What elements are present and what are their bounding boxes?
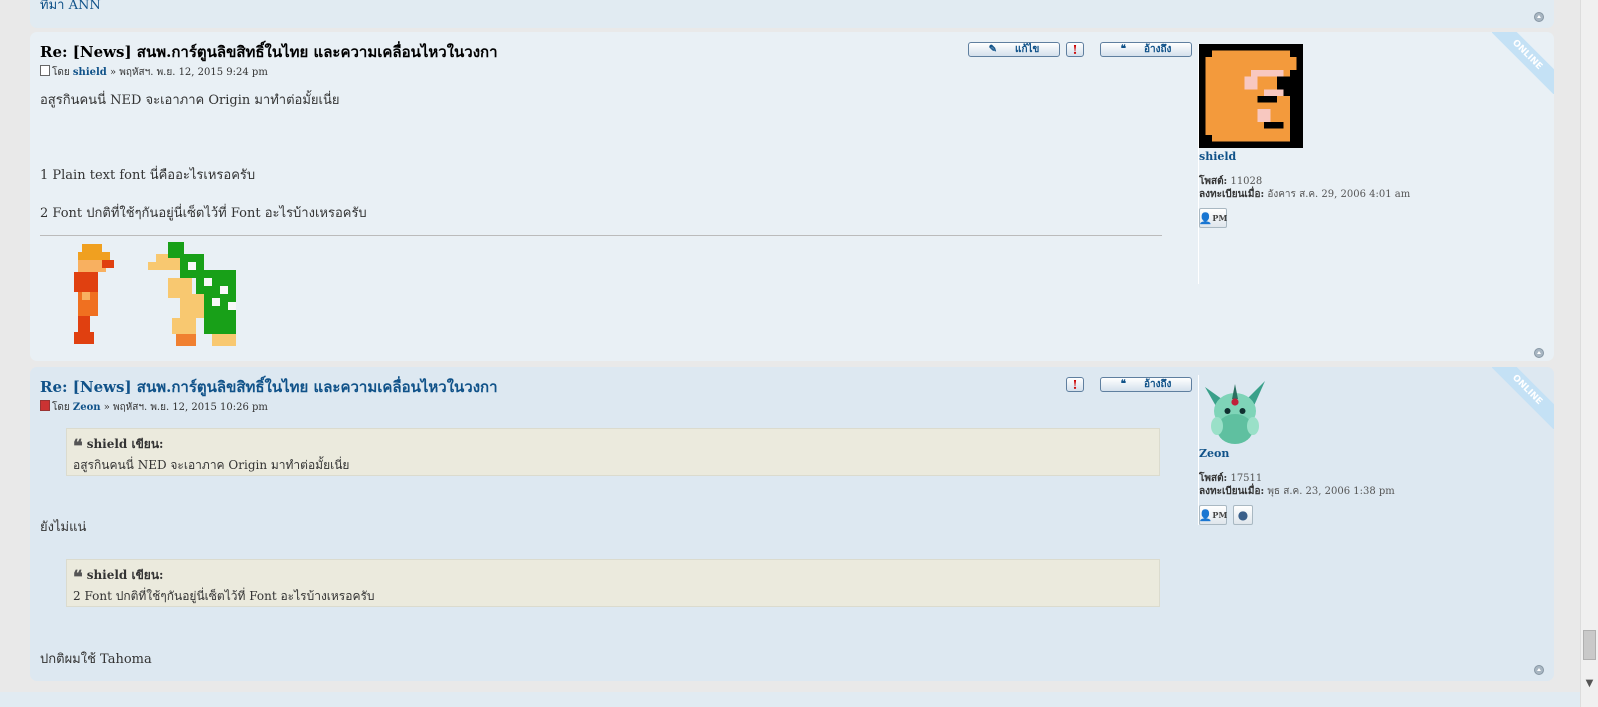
profile-username[interactable]: Zeon	[1199, 447, 1229, 460]
bowser-sprite-image	[148, 242, 236, 346]
post-line: 1 Plain text font นี่คืออะไรเหรอครับ	[40, 168, 256, 183]
profile-joined: ลงทะเบียนเมื่อ: อังคาร ส.ค. 29, 2006 4:0…	[1199, 189, 1411, 200]
profile-username[interactable]: shield	[1199, 150, 1236, 163]
profile-zeon: Zeon โพสต์: 17511 ลงทะเบียนเมื่อ: พุธ ส.…	[1198, 375, 1500, 525]
post-icon	[40, 400, 50, 411]
quote-mark-icon: ❝	[73, 567, 83, 588]
quote-button[interactable]: ❝ อ้างถึง	[1100, 377, 1192, 392]
avatar-image[interactable]	[1199, 375, 1271, 447]
author-link[interactable]: Zeon	[73, 402, 101, 413]
previous-post-tail: ทีมา ANN	[30, 0, 1554, 28]
avatar-image[interactable]	[1199, 44, 1303, 148]
user-icon: 👤	[1198, 211, 1213, 225]
author-prefix: โดย	[52, 67, 70, 78]
quote-block: ❝ shield เขียน: อสูรกินคนนี่ NED จะเอาภาค…	[66, 428, 1160, 476]
post-shield: Re: [News] สนพ.การ์ตูนลิขสิทธิ์ในไทย และ…	[30, 32, 1554, 361]
bottom-toolbar-strip	[0, 692, 1580, 707]
scrollbar-thumb[interactable]	[1583, 630, 1596, 660]
post-line: 2 Font ปกติที่ใช้ๆกันอยู่นี่เซ็ตไว้ที่ F…	[40, 206, 367, 221]
post-line: ยังไม่แน่	[40, 520, 87, 535]
scroll-down-arrow-icon[interactable]: ▼	[1581, 675, 1598, 692]
globe-icon: ●	[1237, 508, 1249, 522]
quote-block: ❝ shield เขียน: 2 Font ปกติที่ใช้ๆกันอยู่…	[66, 559, 1160, 607]
edit-button[interactable]: ✎ แก้ไข	[968, 42, 1060, 57]
profile-contact: 👤 PM	[1199, 208, 1227, 228]
online-badge: ONLINE	[1492, 367, 1554, 429]
quote-text: อสูรกินคนนี่ NED จะเอาภาค Origin มาทำต่อ…	[73, 458, 350, 472]
mario-sprite-image	[74, 244, 114, 344]
pm-button[interactable]: 👤 PM	[1199, 208, 1227, 228]
post-title[interactable]: Re: [News] สนพ.การ์ตูนลิขสิทธิ์ในไทย และ…	[40, 375, 498, 399]
post-buttons: ✎ แก้ไข ! ❝ อ้างถึง	[968, 42, 1192, 57]
back-to-top-icon[interactable]	[1534, 348, 1544, 358]
quote-icon: ❝	[1120, 379, 1126, 390]
quote-mark-icon: ❝	[73, 436, 83, 457]
back-to-top-icon[interactable]	[1534, 665, 1544, 675]
previous-post-text: ทีมา ANN	[40, 0, 101, 13]
post-date: » พฤหัสฯ. พ.ย. 12, 2015 9:24 pm	[109, 67, 268, 78]
post-author-line: โดย shield » พฤหัสฯ. พ.ย. 12, 2015 9:24 …	[40, 65, 268, 80]
post-title[interactable]: Re: [News] สนพ.การ์ตูนลิขสิทธิ์ในไทย และ…	[40, 40, 498, 64]
signature-divider	[40, 235, 1162, 236]
post-zeon: Re: [News] สนพ.การ์ตูนลิขสิทธิ์ในไทย และ…	[30, 367, 1554, 681]
website-button[interactable]: ●	[1233, 505, 1253, 525]
quote-cite: ❝ shield เขียน:	[73, 567, 164, 588]
pm-button[interactable]: 👤 PM	[1199, 505, 1227, 525]
online-badge: ONLINE	[1492, 32, 1554, 94]
post-line: อสูรกินคนนี่ NED จะเอาภาค Origin มาทำต่อ…	[40, 93, 340, 108]
profile-joined: ลงทะเบียนเมื่อ: พุธ ส.ค. 23, 2006 1:38 p…	[1199, 486, 1395, 497]
post-author-line: โดย Zeon » พฤหัสฯ. พ.ย. 12, 2015 10:26 p…	[40, 400, 268, 415]
author-prefix: โดย	[52, 402, 70, 413]
profile-contact: 👤 PM ●	[1199, 505, 1253, 525]
author-link[interactable]: shield	[73, 67, 107, 78]
post-buttons: ! ❝ อ้างถึง	[1066, 377, 1192, 392]
quote-icon: ❝	[1120, 44, 1126, 55]
quote-button[interactable]: ❝ อ้างถึง	[1100, 42, 1192, 57]
post-line: ปกติผมใช้ Tahoma	[40, 652, 152, 667]
vertical-scrollbar[interactable]: ▼	[1580, 0, 1598, 707]
profile-shield: shield โพสต์: 11028 ลงทะเบียนเมื่อ: อังค…	[1198, 44, 1500, 284]
forum-page: ทีมา ANN Re: [News] สนพ.การ์ตูนลิขสิทธิ์…	[0, 0, 1598, 707]
quote-text: 2 Font ปกติที่ใช้ๆกันอยู่นี่เซ็ตไว้ที่ F…	[73, 589, 375, 603]
post-date: » พฤหัสฯ. พ.ย. 12, 2015 10:26 pm	[103, 402, 268, 413]
report-button[interactable]: !	[1066, 377, 1084, 392]
user-icon: 👤	[1198, 508, 1213, 522]
back-to-top-icon[interactable]	[1534, 12, 1544, 22]
post-icon	[40, 65, 50, 76]
edit-icon: ✎	[988, 44, 997, 55]
quote-cite: ❝ shield เขียน:	[73, 436, 164, 457]
report-button[interactable]: !	[1066, 42, 1084, 57]
